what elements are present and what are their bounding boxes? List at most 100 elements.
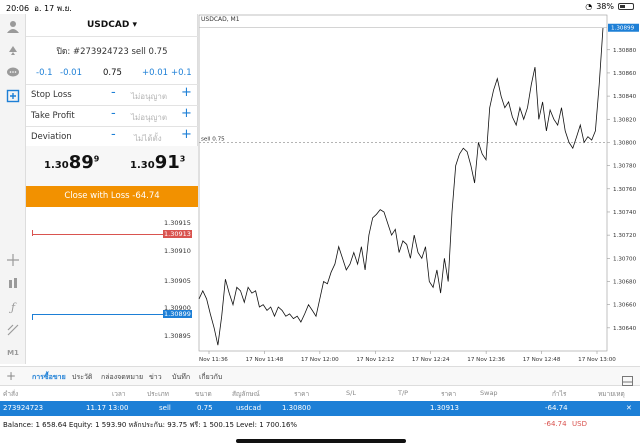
y-tick-label: 1.30660	[613, 303, 637, 309]
battery-percent: 38%	[596, 2, 614, 11]
indicators-icon[interactable]	[4, 275, 22, 293]
sell-line-label: sell 0.75	[201, 136, 225, 142]
stop-loss-label: Stop Loss	[31, 90, 72, 100]
table-row[interactable]: 273924723 11.17 13:00 sell 0.75 usdcad 1…	[0, 401, 640, 416]
take-profit-label: Take Profit	[31, 111, 75, 121]
tab-history[interactable]: ประวัติ	[72, 372, 92, 383]
y-tick-label: 1.30860	[613, 71, 637, 77]
crosshair-icon[interactable]	[4, 251, 22, 269]
cell-volume: 0.75	[197, 404, 213, 412]
tick-level: 1.30895	[164, 332, 191, 340]
tab-about[interactable]: เกี่ยวกับ	[199, 372, 222, 383]
take-profit-plus-button[interactable]: +	[181, 107, 192, 120]
cell-current-price: 1.30913	[430, 404, 459, 412]
x-tick-label: 17 Nov 12:00	[301, 357, 339, 363]
y-tick-label: 1.30740	[613, 210, 637, 216]
order-line: ปิด: #273924723 sell 0.75	[56, 47, 168, 57]
chart-title: USDCAD, M1	[201, 16, 240, 23]
timeframe-button[interactable]: M1	[4, 344, 22, 362]
function-icon[interactable]: ƒ	[4, 298, 22, 316]
y-tick-label: 1.30880	[613, 48, 637, 54]
account-currency: USD	[572, 420, 587, 428]
col-sl: S/L	[346, 389, 356, 397]
bid-price-big: 89	[68, 152, 94, 173]
balance-summary: Balance: 1 658.64 Equity: 1 593.90 หลักป…	[3, 421, 298, 429]
y-tick-label: 1.30820	[613, 117, 637, 123]
x-tick-label: 17 Nov 11:36	[198, 357, 228, 363]
col-type: ประเภท	[147, 390, 169, 398]
tab-journal[interactable]: บันทึก	[172, 372, 190, 383]
y-tick-label: 1.30680	[613, 279, 637, 285]
stop-loss-plus-button[interactable]: +	[181, 86, 192, 99]
quotes-icon[interactable]	[4, 40, 22, 58]
cell-time: 11.17 13:00	[86, 404, 129, 412]
account-icon[interactable]	[4, 18, 22, 36]
volume-minus-small-button[interactable]: -0.01	[60, 68, 82, 78]
ask-line-tick	[32, 230, 33, 236]
price-chart[interactable]: USDCAD, M1 1.30880 1.30860 1.30840 1.30820 1…	[198, 14, 640, 366]
bid-price: 1.30899	[44, 152, 99, 173]
take-profit-field[interactable]: ไม่อนุญาต	[131, 111, 167, 124]
volume-plus-small-button[interactable]: +0.01	[142, 68, 168, 78]
bid-marker: 1.30899	[163, 310, 192, 318]
ask-price-main: 1.30	[130, 160, 155, 171]
tab-mailbox[interactable]: กล่องจดหมาย	[101, 372, 143, 383]
order-panel: USDCAD ▾ ปิด: #273924723 sell 0.75 -0.1 …	[26, 14, 198, 207]
deviation-plus-button[interactable]: +	[181, 128, 192, 141]
total-profit: -64.74	[544, 420, 567, 428]
symbol-label: USDCAD	[87, 20, 130, 30]
col-tp: T/P	[398, 389, 409, 397]
stop-loss-minus-button[interactable]: -	[111, 86, 116, 99]
chat-icon[interactable]	[4, 64, 22, 82]
tab-news[interactable]: ข่าว	[149, 372, 162, 383]
x-tick-label: 17 Nov 12:36	[467, 357, 505, 363]
tab-trade[interactable]: การซื้อขาย	[32, 372, 66, 383]
x-tick-label: 17 Nov 12:48	[523, 357, 561, 363]
ask-price: 1.30913	[130, 152, 185, 173]
col-price: ราคา	[294, 390, 310, 398]
x-tick-label: 17 Nov 12:24	[412, 357, 450, 363]
volume-minus-big-button[interactable]: -0.1	[36, 68, 53, 78]
deviation-field[interactable]: ไม่ได้ตั้ง	[134, 132, 162, 145]
cell-price: 1.30800	[282, 404, 311, 412]
cell-order: 273924723	[3, 404, 44, 412]
status-bar: 20:06 อ. 17 พ.ย. ◔ 38%	[0, 0, 640, 14]
bid-price-main: 1.30	[44, 160, 69, 171]
volume-plus-big-button[interactable]: +0.1	[171, 68, 192, 78]
status-date: อ. 17 พ.ย.	[34, 4, 72, 13]
col-volume: ขนาด	[195, 390, 212, 398]
take-profit-minus-button[interactable]: -	[111, 107, 116, 120]
volume-value[interactable]: 0.75	[103, 68, 122, 78]
objects-icon[interactable]	[4, 321, 22, 339]
close-position-icon[interactable]: ✕	[626, 404, 632, 412]
bid-price-sup: 9	[93, 154, 100, 164]
col-time: เวลา	[112, 390, 126, 398]
status-time: 20:06	[6, 4, 30, 13]
y-tick-label: 1.30760	[613, 187, 637, 193]
x-tick-label: 17 Nov 11:48	[246, 357, 284, 363]
tick-level: 1.30915	[164, 219, 191, 227]
col-profit: กำไร	[552, 390, 567, 398]
status-right: ◔ 38%	[585, 2, 634, 11]
stop-loss-field[interactable]: ไม่อนุญาต	[131, 90, 167, 103]
symbol-selector[interactable]: USDCAD ▾	[26, 20, 198, 30]
bid-line-tick	[32, 314, 33, 320]
cell-type: sell	[159, 404, 171, 412]
cell-symbol: usdcad	[236, 404, 262, 412]
add-icon[interactable]: +	[6, 369, 16, 383]
chart-background	[198, 14, 640, 366]
new-order-icon[interactable]	[4, 87, 22, 105]
deviation-minus-button[interactable]: -	[111, 128, 116, 141]
col-current-price: ราคา	[441, 390, 457, 398]
tick-level: 1.30910	[164, 247, 191, 255]
tick-level: 1.30905	[164, 277, 191, 285]
current-price-marker: 1.30899	[611, 26, 635, 32]
x-tick-label: 17 Nov 13:00	[578, 357, 616, 363]
cell-profit: -64.74	[545, 404, 568, 412]
balance-bar: Balance: 1 658.64 Equity: 1 593.90 หลักป…	[0, 417, 640, 431]
divider	[26, 36, 198, 37]
home-indicator	[236, 439, 406, 443]
y-tick-label: 1.30800	[613, 140, 637, 146]
y-tick-label: 1.30780	[613, 164, 637, 170]
col-swap: Swap	[480, 389, 498, 397]
